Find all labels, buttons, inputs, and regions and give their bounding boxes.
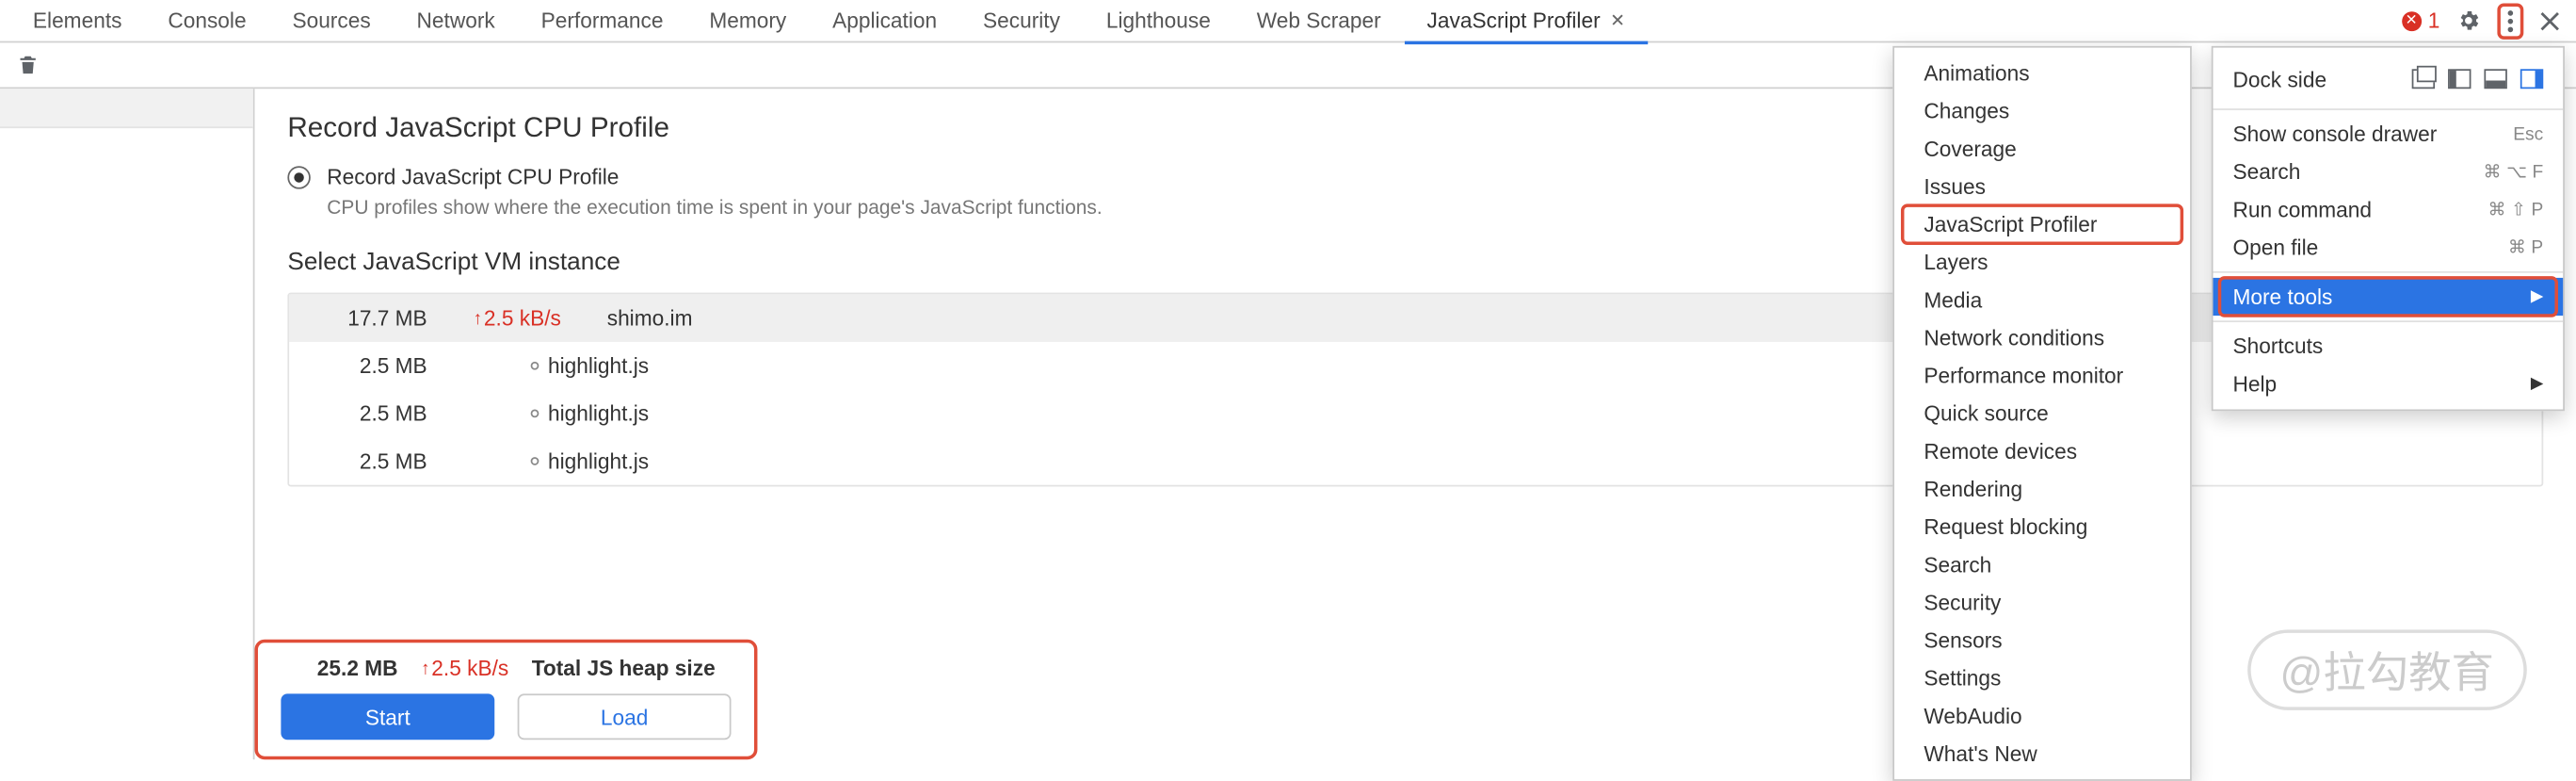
menu-show-console-drawer[interactable]: Show console drawerEsc [2214, 115, 2564, 153]
more-tools-changes[interactable]: Changes [1894, 92, 2190, 130]
tab-javascript-profiler[interactable]: JavaScript Profiler✕ [1404, 0, 1648, 41]
dock-right-icon[interactable] [2520, 69, 2543, 89]
more-tools-menu: AnimationsChangesCoverageIssuesJavaScrip… [1892, 46, 2192, 781]
sidebar-item[interactable] [0, 89, 253, 128]
vm-size: 2.5 MB [313, 448, 427, 473]
dock-left-icon[interactable] [2448, 69, 2471, 89]
dock-side-label: Dock side [2232, 67, 2326, 91]
dock-bottom-icon[interactable] [2484, 69, 2506, 89]
vm-title: Select JavaScript VM instance [287, 248, 2543, 276]
vm-list: 17.7 MB ↑2.5 kB/s shimo.im 2.5 MBxhighlight… [287, 293, 2543, 487]
dock-popout-icon[interactable] [2412, 69, 2435, 89]
more-tools-remote-devices[interactable]: Remote devices [1894, 432, 2190, 470]
more-tools-quick-source[interactable]: Quick source [1894, 395, 2190, 432]
kebab-highlight [2497, 3, 2523, 39]
vm-name: shimo.im [607, 306, 693, 331]
kebab-menu-icon[interactable] [2507, 9, 2514, 32]
menu-more-tools[interactable]: More tools▶ [2214, 278, 2564, 316]
more-tools-animations[interactable]: Animations [1894, 55, 2190, 92]
load-button[interactable]: Load [518, 693, 732, 740]
close-icon[interactable]: ✕ [1610, 9, 1625, 31]
vm-rate: ↑2.5 kB/s [474, 306, 561, 331]
settings-gear-icon[interactable] [2456, 8, 2481, 33]
page-title: Record JavaScript CPU Profile [287, 112, 2543, 145]
menu-separator [2214, 108, 2564, 110]
tab-application[interactable]: Application [810, 0, 960, 41]
record-option-label: Record JavaScript CPU Profile [327, 165, 619, 189]
close-devtools-icon[interactable] [2540, 10, 2560, 30]
tab-network[interactable]: Network [394, 0, 518, 41]
vm-size: 2.5 MB [313, 401, 427, 426]
total-rate: ↑2.5 kB/s [421, 656, 508, 680]
more-tools-sensors[interactable]: Sensors [1894, 622, 2190, 659]
vm-row[interactable]: 2.5 MBxhighlight.js [289, 390, 2541, 438]
more-tools-what's-new[interactable]: What's New [1894, 735, 2190, 773]
tab-console[interactable]: Console [145, 0, 269, 41]
trash-icon[interactable] [16, 53, 39, 77]
vm-row[interactable]: 17.7 MB ↑2.5 kB/s shimo.im [289, 294, 2541, 342]
menu-separator [2214, 320, 2564, 322]
more-tools-javascript-profiler[interactable]: JavaScript Profiler [1894, 205, 2190, 243]
tab-security[interactable]: Security [960, 0, 1084, 41]
more-tools-layers[interactable]: Layers [1894, 243, 2190, 281]
tab-performance[interactable]: Performance [518, 0, 686, 41]
more-tools-rendering[interactable]: Rendering [1894, 470, 2190, 508]
profiler-sidebar [0, 89, 254, 759]
radio-icon [287, 165, 310, 187]
more-tools-coverage[interactable]: Coverage [1894, 130, 2190, 168]
vm-name: highlight.js [530, 448, 649, 473]
more-tools-issues[interactable]: Issues [1894, 168, 2190, 205]
footer-highlight: 25.2 MB ↑2.5 kB/s Total JS heap size Sta… [254, 640, 757, 759]
more-tools-performance-monitor[interactable]: Performance monitor [1894, 357, 2190, 395]
start-button[interactable]: Start [281, 693, 494, 740]
vm-row[interactable]: 2.5 MBxhighlight.js [289, 342, 2541, 390]
menu-run-command[interactable]: Run command⌘ ⇧ P [2214, 190, 2564, 228]
record-option[interactable]: Record JavaScript CPU Profile [287, 165, 2543, 189]
tab-elements[interactable]: Elements [9, 0, 144, 41]
tab-sources[interactable]: Sources [269, 0, 394, 41]
more-tools-webaudio[interactable]: WebAudio [1894, 697, 2190, 735]
more-tools-network-conditions[interactable]: Network conditions [1894, 319, 2190, 357]
vm-size: 17.7 MB [313, 306, 427, 331]
error-badge[interactable]: ✕ 1 [2402, 8, 2440, 33]
more-tools-security[interactable]: Security [1894, 583, 2190, 621]
menu-separator [2214, 271, 2564, 273]
more-tools-request-blocking[interactable]: Request blocking [1894, 508, 2190, 545]
main-menu: Dock side Show console drawerEscSearch⌘ … [2212, 46, 2565, 411]
devtools-tabbar: ElementsConsoleSourcesNetworkPerformance… [0, 0, 2576, 42]
menu-open-file[interactable]: Open file⌘ P [2214, 229, 2564, 267]
vm-name: highlight.js [530, 353, 649, 378]
menu-shortcuts[interactable]: Shortcuts [2214, 327, 2564, 365]
error-icon: ✕ [2402, 10, 2422, 30]
more-tools-search[interactable]: Search [1894, 545, 2190, 583]
menu-help[interactable]: Help▶ [2214, 365, 2564, 402]
vm-size: 2.5 MB [313, 353, 427, 378]
tab-lighthouse[interactable]: Lighthouse [1083, 0, 1233, 41]
menu-search[interactable]: Search⌘ ⌥ F [2214, 153, 2564, 190]
tab-web-scraper[interactable]: Web Scraper [1233, 0, 1404, 41]
total-size: 25.2 MB [317, 656, 398, 680]
more-tools-settings[interactable]: Settings [1894, 659, 2190, 697]
tab-memory[interactable]: Memory [686, 0, 810, 41]
vm-name: highlight.js [530, 401, 649, 426]
error-count: 1 [2428, 8, 2440, 33]
vm-row[interactable]: 2.5 MBxhighlight.js [289, 437, 2541, 485]
more-tools-media[interactable]: Media [1894, 281, 2190, 318]
arrow-up-icon: ↑ [421, 659, 430, 678]
total-label: Total JS heap size [532, 656, 716, 680]
